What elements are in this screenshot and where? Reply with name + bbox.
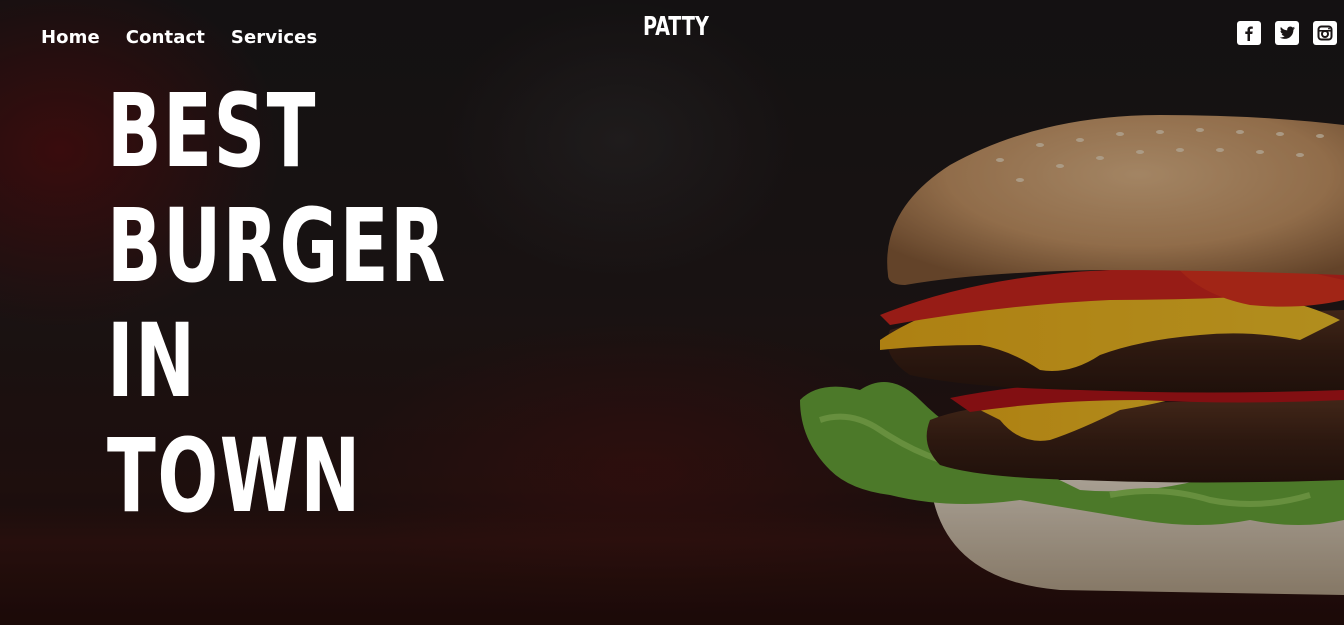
social-links bbox=[1237, 21, 1337, 45]
nav-home-link[interactable]: Home bbox=[41, 27, 100, 48]
nav-services-link[interactable]: Services bbox=[231, 27, 317, 48]
headline-line: BEST bbox=[107, 72, 318, 191]
headline-line: BURGER bbox=[107, 187, 447, 306]
headline-line: IN bbox=[107, 302, 197, 421]
facebook-icon[interactable] bbox=[1237, 21, 1261, 45]
instagram-icon[interactable] bbox=[1313, 21, 1337, 45]
headline-line: TOWN bbox=[107, 417, 362, 536]
twitter-icon[interactable] bbox=[1275, 21, 1299, 45]
nav-contact-link[interactable]: Contact bbox=[126, 27, 205, 48]
brand-logo[interactable]: PATTY bbox=[643, 12, 709, 42]
hero-headline: BEST BURGER IN TOWN bbox=[107, 74, 447, 534]
hero-section: Home Contact Services PATTY BEST BURGER bbox=[0, 0, 1344, 625]
main-nav: Home Contact Services bbox=[41, 27, 317, 48]
